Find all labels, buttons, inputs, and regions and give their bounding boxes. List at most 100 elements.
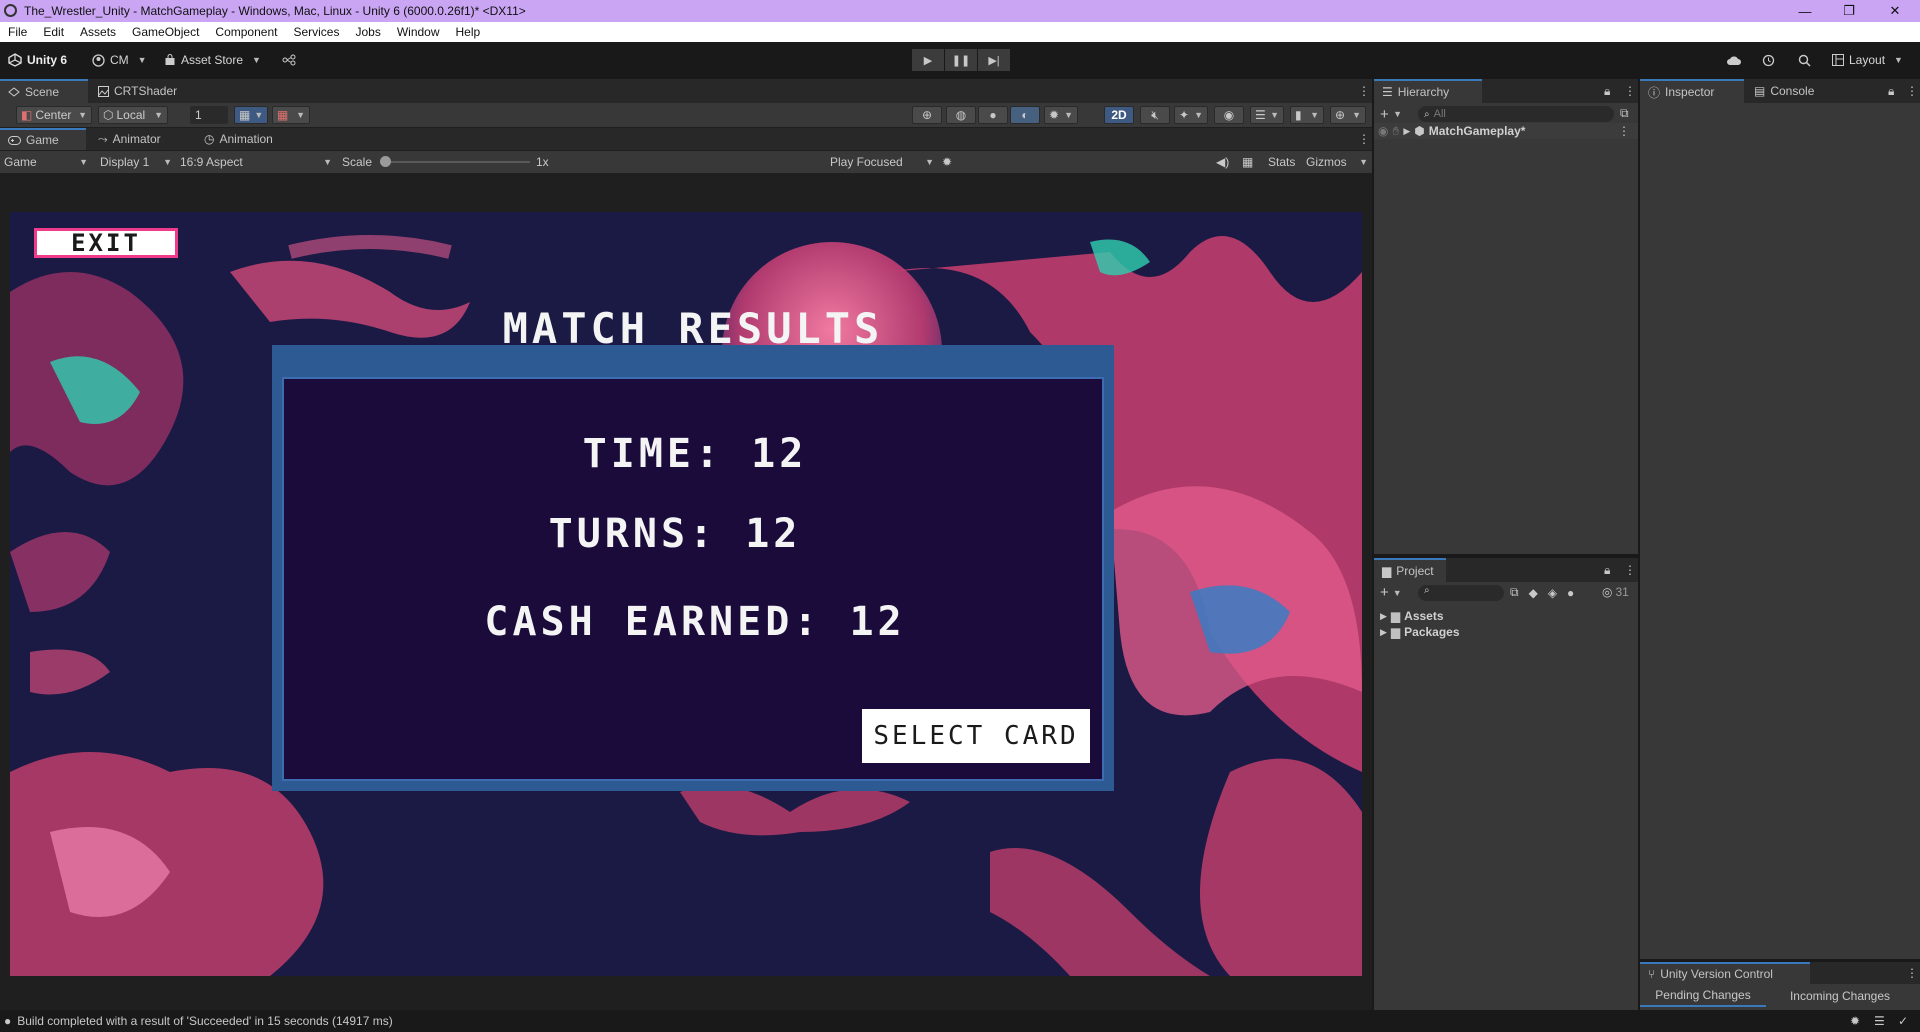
- wireframe-toggle[interactable]: ◍: [946, 106, 976, 124]
- tab-game[interactable]: Game: [0, 128, 86, 150]
- step-button[interactable]: ▶|: [978, 49, 1010, 71]
- display-dropdown[interactable]: Display 1 ▼: [100, 151, 172, 173]
- audio-toggle[interactable]: 🔇︎: [1140, 106, 1170, 124]
- tab-hierarchy[interactable]: ☰ Hierarchy: [1374, 79, 1482, 103]
- tab-pending-changes[interactable]: Pending Changes: [1640, 985, 1766, 1007]
- gizmos-dropdown[interactable]: Gizmos ▼: [1306, 151, 1368, 173]
- undo-history-button[interactable]: [1762, 49, 1775, 71]
- layout-dropdown[interactable]: Layout ▼: [1832, 49, 1903, 71]
- hidden-packages-toggle[interactable]: ◎ 31: [1602, 585, 1629, 599]
- menu-component[interactable]: Component: [207, 25, 285, 39]
- game-viewport[interactable]: EXIT MATCH RESULTS TIME: 12 TURNS: 12 CA…: [10, 212, 1362, 976]
- increment-snap-toggle[interactable]: ▦ ▼: [272, 106, 310, 124]
- chevron-down-icon: ▼: [925, 157, 934, 167]
- project-search-field[interactable]: ⌕: [1418, 585, 1504, 601]
- tab-console[interactable]: ▤ Console: [1746, 79, 1822, 103]
- asset-store-dropdown[interactable]: Asset Store ▼: [164, 49, 261, 71]
- shaded-toggle[interactable]: ●: [978, 106, 1008, 124]
- close-window-button[interactable]: ✕: [1872, 0, 1918, 22]
- space-dropdown[interactable]: ⬡ Local ▼: [98, 106, 168, 124]
- layers-dropdown[interactable]: ☰ ▼: [1250, 106, 1284, 124]
- hierarchy-search-field[interactable]: ⌕ All: [1418, 106, 1614, 122]
- layers-icon[interactable]: ☰: [1874, 1014, 1885, 1028]
- scene-toolbar: ◧ Center ▼ ⬡ Local ▼ 1 ▦ ▼ ▦ ▼ ⊕ ◍ ● ◐ ✹ ▼ …: [0, 103, 1372, 127]
- exit-button[interactable]: EXIT: [34, 228, 178, 258]
- folder-assets[interactable]: ▶ ▆ Assets: [1374, 608, 1444, 624]
- menu-gameobject[interactable]: GameObject: [124, 25, 207, 39]
- tab-unity-version-control[interactable]: ⑂ Unity Version Control: [1640, 962, 1810, 984]
- project-panel: ▆ Project 🔒︎ ⋮ + ▼ ⌕ ⧉ ◆ ◈ ● ◎ 31 ▶ ▆ Ass…: [1374, 558, 1638, 1010]
- search-button[interactable]: [1798, 49, 1811, 71]
- gizmos-scene-dropdown[interactable]: ⊕ ▼: [1330, 106, 1366, 124]
- render-mode-dropdown[interactable]: ✹ ▼: [1044, 106, 1078, 124]
- menu-file[interactable]: File: [0, 25, 35, 39]
- tab-project[interactable]: ▆ Project: [1374, 558, 1446, 582]
- menu-bar: File Edit Assets GameObject Component Se…: [0, 22, 1920, 42]
- tab-inspector[interactable]: ⓘ Inspector: [1640, 79, 1744, 103]
- window-title: The_Wrestler_Unity - MatchGameplay - Win…: [24, 4, 526, 18]
- visibility-toggle[interactable]: ◉: [1214, 106, 1244, 124]
- cloud-button[interactable]: [1726, 49, 1742, 71]
- orientation-gizmo-toggle[interactable]: ⊕: [912, 106, 942, 124]
- expand-arrow-icon[interactable]: ▶: [1380, 627, 1387, 638]
- scale-slider[interactable]: [380, 151, 530, 173]
- pause-button[interactable]: ❚❚: [945, 49, 977, 71]
- scene-row-matchgameplay[interactable]: ◉ ✋︎ ▶ ⬢ MatchGameplay* ⋮: [1374, 123, 1638, 139]
- info-icon[interactable]: ●: [1567, 585, 1574, 600]
- pivot-icon: ◧: [21, 108, 33, 122]
- tab-scene[interactable]: Scene: [0, 79, 88, 103]
- unity-app-icon: [4, 4, 17, 17]
- hierarchy-add-button[interactable]: + ▼: [1380, 105, 1402, 123]
- inspector-menu-button[interactable]: ⋮: [1898, 79, 1920, 103]
- project-add-button[interactable]: + ▼: [1380, 584, 1402, 601]
- menu-services[interactable]: Services: [285, 25, 347, 39]
- select-card-button[interactable]: SELECT CARD: [862, 709, 1090, 763]
- aspect-dropdown[interactable]: 16:9 Aspect ▼: [180, 151, 332, 173]
- check-circle-icon[interactable]: ✓: [1898, 1014, 1908, 1028]
- folder-packages[interactable]: ▶ ▆ Packages: [1374, 624, 1460, 640]
- tab-animation[interactable]: ◷ Animation: [196, 128, 281, 150]
- menu-help[interactable]: Help: [448, 25, 489, 39]
- 2d-toggle[interactable]: 2D: [1104, 106, 1134, 124]
- expand-arrow-icon[interactable]: ▶: [1380, 611, 1387, 622]
- hierarchy-search-options[interactable]: ⧉: [1620, 106, 1629, 121]
- mute-audio-button[interactable]: ◀): [1216, 151, 1229, 173]
- search-filter-icon[interactable]: ⧉: [1510, 585, 1519, 600]
- debug-icon[interactable]: ✹: [1850, 1014, 1860, 1028]
- expand-arrow-icon[interactable]: ▶: [1403, 126, 1410, 137]
- play-mode-dropdown[interactable]: Play Focused ▼: [830, 151, 934, 173]
- menu-jobs[interactable]: Jobs: [347, 25, 388, 39]
- display-label: Display 1: [100, 155, 150, 169]
- scale-slider-thumb[interactable]: [380, 156, 391, 167]
- branch-icon: ⑂: [1648, 967, 1656, 981]
- effects-dropdown[interactable]: ✦ ▼: [1174, 106, 1208, 124]
- minimize-button[interactable]: —: [1782, 0, 1828, 22]
- status-message[interactable]: Build completed with a result of 'Succee…: [17, 1014, 392, 1028]
- tab-animation-label: Animation: [219, 132, 273, 146]
- view-mode-dropdown[interactable]: Game ▼: [4, 151, 88, 173]
- tab-animator[interactable]: ⤳ Animator: [90, 128, 169, 150]
- maximize-button[interactable]: ❐: [1826, 0, 1872, 22]
- tab-crtshader[interactable]: CRTShader: [90, 79, 185, 103]
- version-control-menu-button[interactable]: ⋮: [1898, 962, 1920, 984]
- grid-snap-toggle[interactable]: ▦ ▼: [234, 106, 268, 124]
- menu-edit[interactable]: Edit: [35, 25, 72, 39]
- stats-button[interactable]: Stats: [1268, 151, 1295, 173]
- frame-debugger-button[interactable]: ✹: [942, 151, 952, 173]
- menu-assets[interactable]: Assets: [72, 25, 124, 39]
- vsync-button[interactable]: ▦: [1242, 151, 1253, 173]
- camera-dropdown[interactable]: ▮ ▼: [1290, 106, 1324, 124]
- menu-window[interactable]: Window: [389, 25, 448, 39]
- label-filter-icon[interactable]: ◈: [1548, 585, 1557, 600]
- unity-account-button[interactable]: Unity 6: [8, 49, 67, 71]
- type-filter-icon[interactable]: ◆: [1529, 585, 1538, 600]
- account-dropdown[interactable]: CM ▼: [92, 49, 147, 71]
- pivot-dropdown[interactable]: ◧ Center ▼: [16, 106, 92, 124]
- version-control-button[interactable]: [282, 49, 296, 71]
- grid-snap-input[interactable]: 1: [190, 106, 228, 124]
- more-vertical-icon[interactable]: ⋮: [1618, 124, 1630, 138]
- chevron-down-icon: ▼: [1194, 110, 1203, 120]
- play-button[interactable]: ▶: [912, 49, 944, 71]
- lighting-toggle[interactable]: ◐: [1010, 106, 1040, 124]
- tab-incoming-changes[interactable]: Incoming Changes: [1770, 985, 1910, 1007]
